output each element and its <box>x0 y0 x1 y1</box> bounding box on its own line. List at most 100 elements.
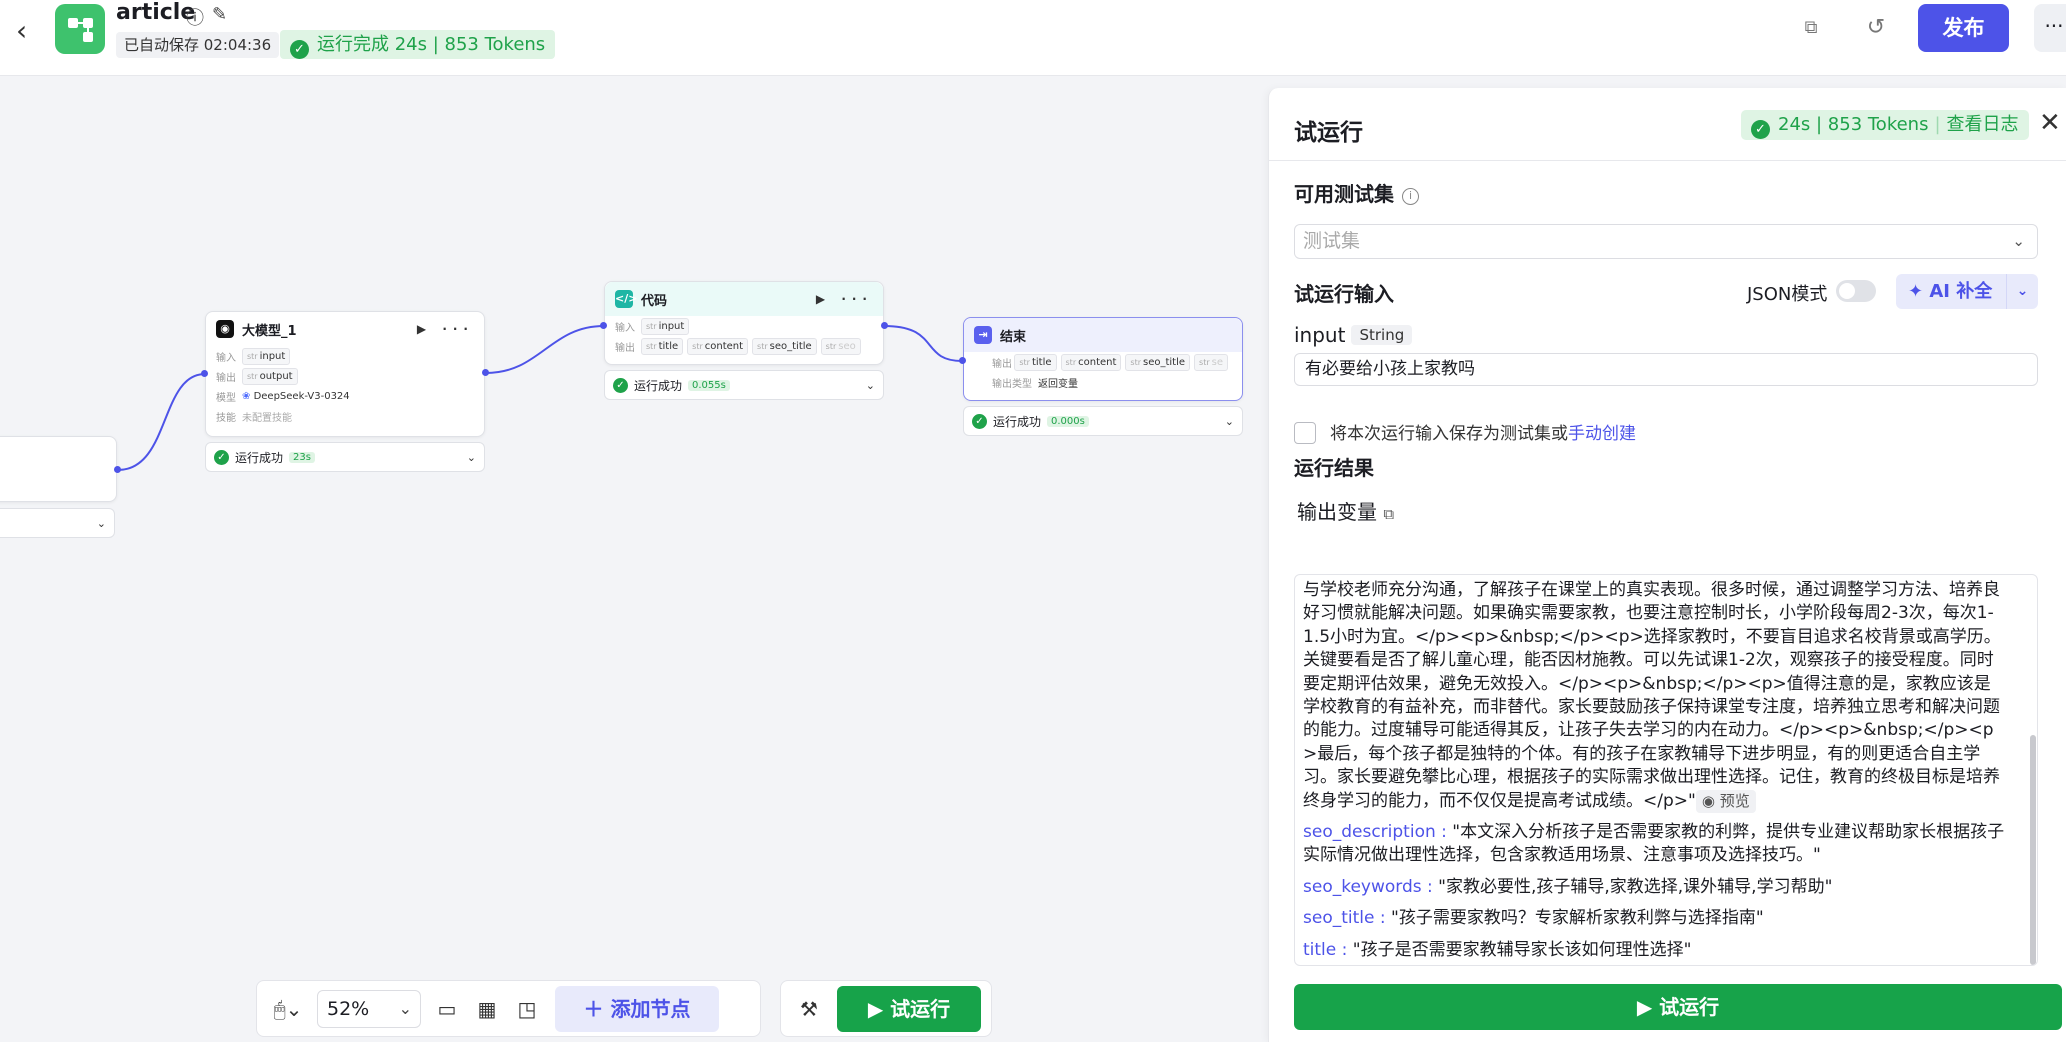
end-node-status[interactable]: ✓ 运行成功 0.000s ⌄ <box>963 406 1243 436</box>
var-tag: str seo_title <box>1125 353 1191 371</box>
start-node[interactable] <box>0 436 117 502</box>
var-tag: str title <box>641 337 684 355</box>
port[interactable] <box>881 322 888 329</box>
wrench-icon[interactable]: ⚒ <box>789 989 829 1029</box>
code-icon: </> <box>615 290 637 308</box>
input-name: input String <box>1294 323 1413 347</box>
result-label: 运行结果 <box>1294 456 1374 480</box>
save-testset-text: 将本次运行输入保存为测试集或手动创建 <box>1330 424 1636 444</box>
history-icon[interactable]: ↺ <box>1860 12 1892 44</box>
copy-icon[interactable]: ⧉ <box>1383 505 1394 523</box>
output-row: seo_title : "孩子需要家教吗？专家解析家教利弊与选择指南" <box>1303 908 1764 929</box>
label: 输入 <box>615 322 635 334</box>
autosave-status: 已自动保存 02:04:36 <box>116 32 280 58</box>
info-icon[interactable]: ⓘ <box>186 4 204 30</box>
check-icon: ✓ <box>290 40 309 59</box>
more-icon[interactable]: ··· <box>2034 4 2066 52</box>
json-mode-toggle[interactable] <box>1836 280 1876 302</box>
canvas-toolbar: 🖱︎⌄ 52% ⌄ ▭ ▦ ◳ ＋ 添加节点 <box>256 980 761 1037</box>
run-input-label: 试运行输入 <box>1294 282 1394 306</box>
zoom-select[interactable]: 52% ⌄ <box>317 989 421 1028</box>
top-bar: ‹ article ⓘ ✎ 已自动保存 02:04:36 ✓ 运行完成 24s |… <box>0 0 2066 76</box>
panel-title: 试运行 <box>1294 120 1363 146</box>
test-run-panel: 试运行 ✓ 24s | 853 Tokens | 查看日志 ✕ 可用测试集 i 测试集 ⌄… <box>1268 88 2066 1042</box>
llm-node-status[interactable]: ✓ 运行成功 23s ⌄ <box>205 442 485 472</box>
end-node[interactable]: ⇥ 结束 输出 str title str content str seo_title… <box>963 317 1243 401</box>
app-logo <box>55 4 105 54</box>
app-name: article <box>116 0 196 25</box>
comment-icon[interactable]: ▭ <box>427 989 467 1029</box>
port[interactable] <box>201 370 208 377</box>
label: 输出类型 <box>992 378 1032 390</box>
llm-icon: ◉ <box>216 320 234 338</box>
copy-icon[interactable]: ⧉ <box>1795 12 1827 44</box>
minimap-icon[interactable]: ◳ <box>507 989 547 1029</box>
status-text: 运行成功 <box>993 414 1042 429</box>
var-tag: str seo <box>820 337 861 355</box>
check-icon: ✓ <box>214 449 229 465</box>
back-icon[interactable]: ‹ <box>16 14 36 47</box>
view-log-link[interactable]: 查看日志 <box>1947 114 2019 135</box>
edit-icon[interactable]: ✎ <box>212 4 227 25</box>
output-row: seo_description : "本文深入分析孩子是否需要家教的利弊，提供专… <box>1303 822 2005 866</box>
test-run-button[interactable]: ▶ 试运行 <box>837 985 981 1032</box>
workflow-icon <box>68 18 93 42</box>
manual-create-link[interactable]: 手动创建 <box>1568 424 1636 444</box>
type-tag: String <box>1351 325 1413 345</box>
end-node-title: 结束 <box>1000 329 1027 345</box>
workflow-canvas[interactable]: ⌄ ◉ 大模型_1 ▶ ··· 输入 str input 输出 str output 模… <box>0 76 1268 1042</box>
port[interactable] <box>600 322 607 329</box>
testset-label: 可用测试集 i <box>1294 178 1419 207</box>
var-tag: str content <box>687 337 749 355</box>
preview-button[interactable]: ◉ 预览 <box>1695 789 1756 814</box>
start-node-status[interactable]: ⌄ <box>0 508 115 538</box>
result-output[interactable]: 与学校老师充分沟通，了解孩子在课堂上的真实表现。很多时候，通过调整学习方法、培养… <box>1294 574 2038 966</box>
close-icon[interactable]: ✕ <box>2039 108 2061 138</box>
time-badge: 0.055s <box>688 379 730 391</box>
node-actions[interactable]: ▶ ··· <box>417 322 474 336</box>
info-icon[interactable]: i <box>1402 188 1419 205</box>
mouse-mode-icon[interactable]: 🖱︎⌄ <box>265 989 311 1029</box>
port[interactable] <box>114 466 121 473</box>
code-node-status[interactable]: ✓ 运行成功 0.055s ⌄ <box>604 370 884 400</box>
type-value: 返回变量 <box>1038 378 1078 390</box>
chevron-down-icon: ⌄ <box>2012 232 2025 250</box>
port[interactable] <box>482 369 489 376</box>
label: 模型 <box>216 392 236 404</box>
edges <box>117 325 963 471</box>
node-actions[interactable]: ▶ ··· <box>816 292 873 306</box>
chevron-down-icon[interactable]: ⌄ <box>2006 274 2038 309</box>
save-testset-checkbox[interactable] <box>1294 422 1316 444</box>
exit-icon: ⇥ <box>974 326 992 344</box>
label: 输出 <box>992 358 1012 370</box>
output-row: seo_keywords : "家教必要性,孩子辅导,家教选择,课外辅导,学习帮… <box>1303 876 1833 897</box>
divider <box>1269 160 2066 161</box>
check-icon: ✓ <box>613 377 628 393</box>
output-row: title : "孩子是否需要家教辅导家长该如何理性选择" <box>1303 939 1692 960</box>
run-button[interactable]: ▶ 试运行 <box>1294 984 2062 1030</box>
llm-node[interactable]: ◉ 大模型_1 ▶ ··· 输入 str input 输出 str output 模型 ❀… <box>205 311 485 437</box>
scrollbar[interactable] <box>2030 735 2036 965</box>
json-mode-label: JSON模式 <box>1747 284 1828 305</box>
code-node-title: 代码 <box>641 293 668 309</box>
port[interactable] <box>959 357 966 364</box>
status-text: 运行成功 <box>634 378 683 393</box>
publish-button[interactable]: 发布 <box>1918 4 2009 52</box>
model-value: ❀ DeepSeek-V3-0324 <box>242 390 350 402</box>
content-value: 与学校老师充分沟通，了解孩子在课堂上的真实表现。很多时候，通过调整学习方法、培养… <box>1303 579 2007 814</box>
status-text: 运行成功 <box>235 450 284 465</box>
input-field[interactable]: 有必要给小孩上家教吗 <box>1294 353 2038 386</box>
time-badge: 0.000s <box>1047 415 1089 427</box>
llm-node-title: 大模型_1 <box>242 323 297 339</box>
run-status-badge: ✓ 运行完成 24s | 853 Tokens <box>280 30 556 59</box>
code-node[interactable]: </> 代码 ▶ ··· 输入 str input 输出 str title str c… <box>604 281 884 365</box>
label: 技能 <box>216 412 236 424</box>
layout-icon[interactable]: ▦ <box>467 989 507 1029</box>
label: 输出 <box>216 372 236 384</box>
chevron-down-icon: ⌄ <box>96 516 106 530</box>
var-tag: str se <box>1194 353 1228 371</box>
testset-select[interactable]: 测试集 ⌄ <box>1294 224 2038 259</box>
add-node-button[interactable]: ＋ 添加节点 <box>555 985 719 1032</box>
ai-fill-button[interactable]: ✦ AI 补全 ⌄ <box>1896 274 2038 309</box>
var-tag: str output <box>242 367 298 385</box>
